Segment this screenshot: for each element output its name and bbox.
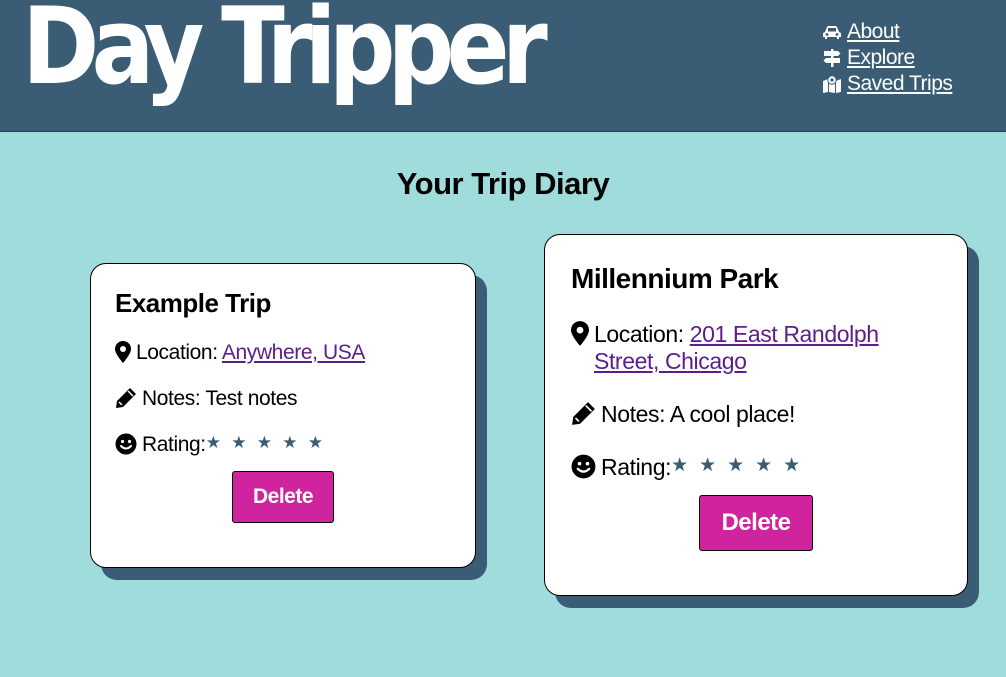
nav-link-about[interactable]: About (847, 20, 900, 44)
trip-location-row: Location: 201 East Randolph Street, Chic… (571, 321, 941, 375)
star-icon[interactable]: ★ (727, 454, 755, 477)
nav-item-saved-trips[interactable]: Saved Trips (822, 71, 953, 97)
map-marker-icon (823, 75, 841, 93)
rating-stars[interactable]: ★ ★ ★ ★ ★ (206, 433, 334, 453)
delete-button[interactable]: Delete (699, 495, 813, 551)
rating-stars[interactable]: ★ ★ ★ ★ ★ (671, 454, 811, 477)
star-icon[interactable]: ★ (699, 454, 727, 477)
trip-notes-row: Notes: A cool place! (571, 401, 941, 428)
notes-text: A cool place! (669, 401, 796, 427)
map-pin-icon (115, 341, 131, 363)
star-icon[interactable]: ★ (231, 433, 257, 453)
trip-notes-row: Notes: Test notes (115, 387, 451, 411)
pencil-icon (571, 401, 596, 426)
trip-rating-row: Rating: ★ ★ ★ ★ ★ (571, 454, 941, 481)
location-label: Location: (136, 341, 222, 364)
page-title: Your Trip Diary (396, 166, 610, 201)
site-header: Day Tripper About Explore Saved Trips (0, 0, 1006, 132)
rating-label: Rating: (601, 454, 672, 480)
star-icon[interactable]: ★ (755, 454, 783, 477)
trip-card: Millennium Park Location: 201 East Rando… (544, 234, 968, 596)
notes-text: Test notes (205, 387, 298, 410)
map-pin-icon (571, 321, 589, 346)
trip-card: Example Trip Location: Anywhere, USA Not… (90, 263, 476, 568)
trip-rating-row: Rating: ★ ★ ★ ★ ★ (115, 433, 451, 457)
trip-location-row: Location: Anywhere, USA (115, 341, 451, 365)
trip-title: Example Trip (115, 288, 271, 318)
trip-title: Millennium Park (571, 263, 779, 294)
delete-button[interactable]: Delete (232, 471, 334, 523)
location-label: Location: (594, 321, 690, 347)
notes-label: Notes: (601, 401, 670, 427)
pencil-icon (115, 387, 137, 409)
nav-link-saved-trips[interactable]: Saved Trips (847, 72, 953, 96)
signpost-icon (823, 49, 841, 67)
star-icon[interactable]: ★ (257, 433, 283, 453)
star-icon[interactable]: ★ (308, 433, 334, 453)
star-icon[interactable]: ★ (783, 454, 811, 477)
star-icon[interactable]: ★ (671, 454, 699, 477)
logo[interactable]: Day Tripper (22, 0, 548, 100)
main-nav: About Explore Saved Trips (822, 19, 953, 97)
rating-label: Rating: (142, 433, 206, 456)
star-icon[interactable]: ★ (206, 433, 232, 453)
nav-item-explore[interactable]: Explore (822, 45, 952, 71)
star-icon[interactable]: ★ (282, 433, 308, 453)
notes-label: Notes: (142, 387, 206, 410)
smile-icon (571, 454, 596, 479)
smile-icon (115, 433, 137, 455)
car-icon (823, 26, 841, 39)
location-link[interactable]: Anywhere, USA (222, 341, 365, 364)
nav-item-about[interactable]: About (822, 19, 952, 45)
nav-link-explore[interactable]: Explore (847, 46, 915, 70)
